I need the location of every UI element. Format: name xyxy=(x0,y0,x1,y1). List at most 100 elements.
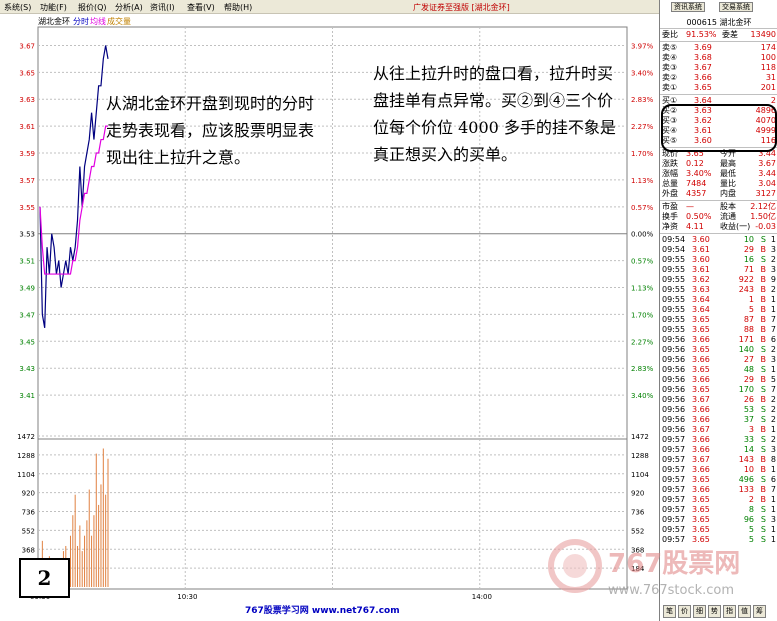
stat-label: 涨幅 xyxy=(662,169,678,178)
tick-side: S xyxy=(760,385,766,394)
bottom-tab[interactable]: 势 xyxy=(708,605,721,618)
bottom-tab[interactable]: 价 xyxy=(678,605,691,618)
tick-side: B xyxy=(760,275,767,284)
tick-count: 3 xyxy=(770,265,776,274)
ob-price: 3.65 xyxy=(694,83,712,92)
tick-volume: 922 xyxy=(738,275,754,284)
tick-price: 3.66 xyxy=(692,375,710,384)
stat-value: 3.04 xyxy=(758,179,776,188)
tick-time: 09:57 xyxy=(662,485,686,494)
tick-side: B xyxy=(760,325,767,334)
stat-value: 2.12亿 xyxy=(750,202,776,211)
quote-panel: 资讯系统 交易系统 000615 湖北金环 委比 91.53% 委差 13490… xyxy=(659,0,777,621)
stat-row: 净资 4.11 收益(一) -0.03 xyxy=(662,222,776,232)
tick-count: 6 xyxy=(770,475,776,484)
tick-price: 3.65 xyxy=(692,385,710,394)
stat-value: -0.03 xyxy=(755,222,776,231)
x-tick-label: 14:00 xyxy=(472,593,492,601)
tick-count: 7 xyxy=(770,325,776,334)
sell-level[interactable]: 卖④ 3.68 100 xyxy=(662,53,776,63)
price-tick-label: 3.59 xyxy=(19,150,35,158)
weicha-label: 委差 xyxy=(722,30,738,39)
x-tick-label: 10:30 xyxy=(177,593,197,601)
tick-volume: 5 xyxy=(748,525,754,534)
tick-row: 09:57 3.66 14 S 3 xyxy=(662,445,776,455)
sell-level[interactable]: 卖⑤ 3.69 174 xyxy=(662,43,776,53)
bottom-tab[interactable]: 指 xyxy=(723,605,736,618)
menu-help[interactable]: 帮助(H) xyxy=(224,2,252,13)
ob-label: 卖② xyxy=(662,73,678,82)
tick-row: 09:56 3.66 29 B 5 xyxy=(662,375,776,385)
menu-system[interactable]: 系统(S) xyxy=(4,2,31,13)
menu-function[interactable]: 功能(F) xyxy=(40,2,67,13)
tab-trade-system[interactable]: 交易系统 xyxy=(719,2,753,12)
stat-label: 市盈 xyxy=(662,202,678,211)
tick-time: 09:56 xyxy=(662,375,686,384)
tick-time: 09:57 xyxy=(662,445,686,454)
bottom-tab[interactable]: 值 xyxy=(738,605,751,618)
tick-row: 09:56 3.66 27 B 3 xyxy=(662,355,776,365)
tick-row: 09:57 3.65 5 S 1 xyxy=(662,525,776,535)
stat-value: 7484 xyxy=(686,179,707,188)
annotation-left: 从湖北金环开盘到现时的分时走势表现看，应该股票明显表现出往上拉升之意。 xyxy=(106,94,315,167)
menu-info[interactable]: 资讯(I) xyxy=(150,2,175,13)
stat-row: 市盈 — 股本 2.12亿 xyxy=(662,202,776,212)
tick-time: 09:56 xyxy=(662,415,686,424)
menu-analysis[interactable]: 分析(A) xyxy=(115,2,143,13)
pct-tick-label: 2.27% xyxy=(631,338,654,346)
stat-label: 收益(一) xyxy=(720,222,751,231)
bottom-tab[interactable]: 细 xyxy=(693,605,706,618)
volume-tick-label: 920 xyxy=(22,490,35,498)
menu-quote[interactable]: 报价(Q) xyxy=(78,2,107,13)
pct-tick-label: 2.27% xyxy=(631,123,654,131)
tick-price: 3.67 xyxy=(692,425,710,434)
tick-count: 3 xyxy=(770,445,776,454)
tick-side: B xyxy=(760,375,767,384)
volume-tick-label-right: 1472 xyxy=(631,433,649,441)
divider xyxy=(660,233,777,234)
ob-volume: 201 xyxy=(760,83,776,92)
divider xyxy=(660,94,777,95)
tick-count: 8 xyxy=(770,455,776,464)
divider xyxy=(660,41,777,42)
tick-side: B xyxy=(760,285,767,294)
menu-view[interactable]: 查看(V) xyxy=(187,2,215,13)
tick-count: 6 xyxy=(770,335,776,344)
tick-time: 09:55 xyxy=(662,265,686,274)
tick-volume: 143 xyxy=(738,455,754,464)
sell-level[interactable]: 卖③ 3.67 118 xyxy=(662,63,776,73)
tick-time: 09:55 xyxy=(662,295,686,304)
sell-level[interactable]: 卖① 3.65 201 xyxy=(662,83,776,93)
volume-tick-label-right: 736 xyxy=(631,509,645,517)
tick-time: 09:57 xyxy=(662,515,686,524)
tick-volume: 71 xyxy=(743,265,754,274)
stat-label: 换手 xyxy=(662,212,678,221)
ob-label: 卖⑤ xyxy=(662,43,678,52)
tick-count: 2 xyxy=(770,415,776,424)
volume-tick-label: 736 xyxy=(22,509,36,517)
stat-value: 4357 xyxy=(686,189,707,198)
price-tick-label: 3.67 xyxy=(19,42,35,50)
tick-volume: 10 xyxy=(743,465,754,474)
tick-count: 1 xyxy=(770,525,776,534)
stat-label: 流通 xyxy=(720,212,736,221)
tick-time: 09:56 xyxy=(662,425,686,434)
sell-level[interactable]: 卖② 3.66 31 xyxy=(662,73,776,83)
tick-price: 3.64 xyxy=(692,305,710,314)
pct-tick-label: 1.70% xyxy=(631,150,654,158)
bottom-tab[interactable]: 笔 xyxy=(663,605,676,618)
tick-row: 09:56 3.65 48 S 1 xyxy=(662,365,776,375)
tick-row: 09:55 3.63 243 B 2 xyxy=(662,285,776,295)
price-tick-label: 3.51 xyxy=(19,258,35,266)
price-tick-label: 3.63 xyxy=(19,96,35,104)
bottom-tab[interactable]: 筹 xyxy=(753,605,766,618)
tick-time: 09:57 xyxy=(662,525,686,534)
tick-side: B xyxy=(760,485,767,494)
tick-row: 09:55 3.65 88 B 7 xyxy=(662,325,776,335)
pct-tick-label: 3.97% xyxy=(631,42,654,50)
tick-side: S xyxy=(760,525,766,534)
tick-price: 3.65 xyxy=(692,345,710,354)
tab-info-system[interactable]: 资讯系统 xyxy=(671,2,705,12)
tick-row: 09:56 3.65 140 S 2 xyxy=(662,345,776,355)
stat-label: 最高 xyxy=(720,159,736,168)
